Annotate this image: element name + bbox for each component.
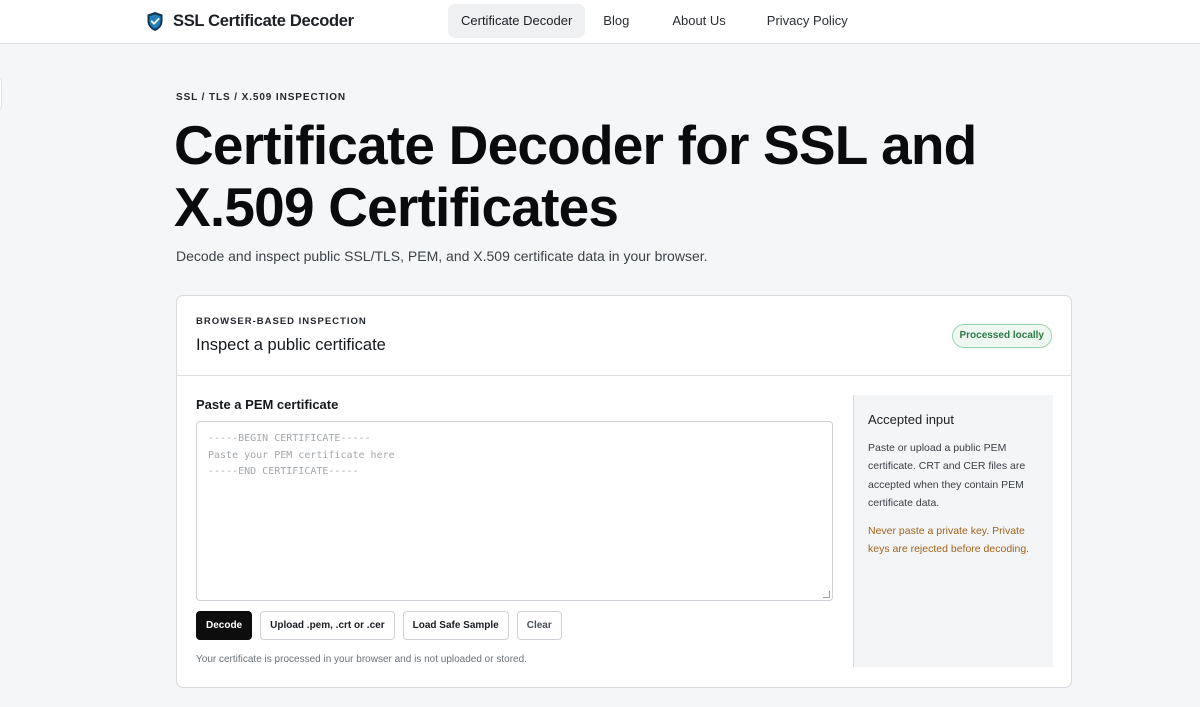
page-title: Certificate Decoder for SSL and X.509 Ce… — [174, 114, 977, 238]
shield-check-icon — [146, 11, 164, 32]
accepted-input-title: Accepted input — [868, 412, 955, 427]
brand-name: SSL Certificate Decoder — [173, 11, 354, 30]
hero-eyebrow: SSL / TLS / X.509 INSPECTION — [176, 92, 347, 103]
nav-blog[interactable]: Blog — [590, 4, 642, 38]
placeholder-hint-line: Paste your PEM certificate here — [208, 449, 395, 461]
page-subtitle: Decode and inspect public SSL/TLS, PEM, … — [176, 248, 708, 264]
action-buttons: Decode Upload .pem, .crt or .cer Load Sa… — [196, 611, 570, 640]
card-eyebrow: BROWSER-BASED INSPECTION — [196, 316, 367, 327]
nav-about-us[interactable]: About Us — [659, 4, 738, 38]
accepted-input-description: Paste or upload a public PEM certificate… — [868, 442, 1026, 510]
upload-file-button[interactable]: Upload .pem, .crt or .cer — [260, 611, 395, 640]
decode-button[interactable]: Decode — [196, 611, 253, 640]
brand-logo-link[interactable]: SSL Certificate Decoder — [146, 10, 354, 32]
pem-field-label: Paste a PEM certificate — [196, 397, 339, 412]
inspection-card: BROWSER-BASED INSPECTION Inspect a publi… — [176, 295, 1072, 688]
private-key-warning: Never paste a private key. Private keys … — [868, 524, 1030, 556]
side-edge-tab[interactable] — [0, 78, 2, 110]
resize-handle-icon[interactable] — [823, 591, 830, 598]
clear-button[interactable]: Clear — [516, 611, 562, 640]
accepted-input-panel: Accepted input Paste or upload a public … — [853, 395, 1053, 667]
privacy-note: Your certificate is processed in your br… — [196, 654, 527, 665]
processed-locally-badge: Processed locally — [951, 324, 1052, 348]
card-title: Inspect a public certificate — [196, 336, 386, 354]
placeholder-begin-line: -----BEGIN CERTIFICATE----- — [208, 433, 371, 444]
pem-certificate-input[interactable]: -----BEGIN CERTIFICATE----- Paste your P… — [196, 421, 833, 601]
main-nav: Certificate Decoder Blog About Us Privac… — [448, 4, 864, 38]
placeholder-end-line: -----END CERTIFICATE----- — [208, 466, 359, 477]
load-sample-button[interactable]: Load Safe Sample — [402, 611, 509, 640]
card-header: BROWSER-BASED INSPECTION Inspect a publi… — [177, 296, 1071, 376]
nav-privacy-policy[interactable]: Privacy Policy — [754, 4, 861, 38]
nav-certificate-decoder[interactable]: Certificate Decoder — [448, 4, 586, 38]
top-navigation-bar: SSL Certificate Decoder Certificate Deco… — [0, 0, 1200, 44]
